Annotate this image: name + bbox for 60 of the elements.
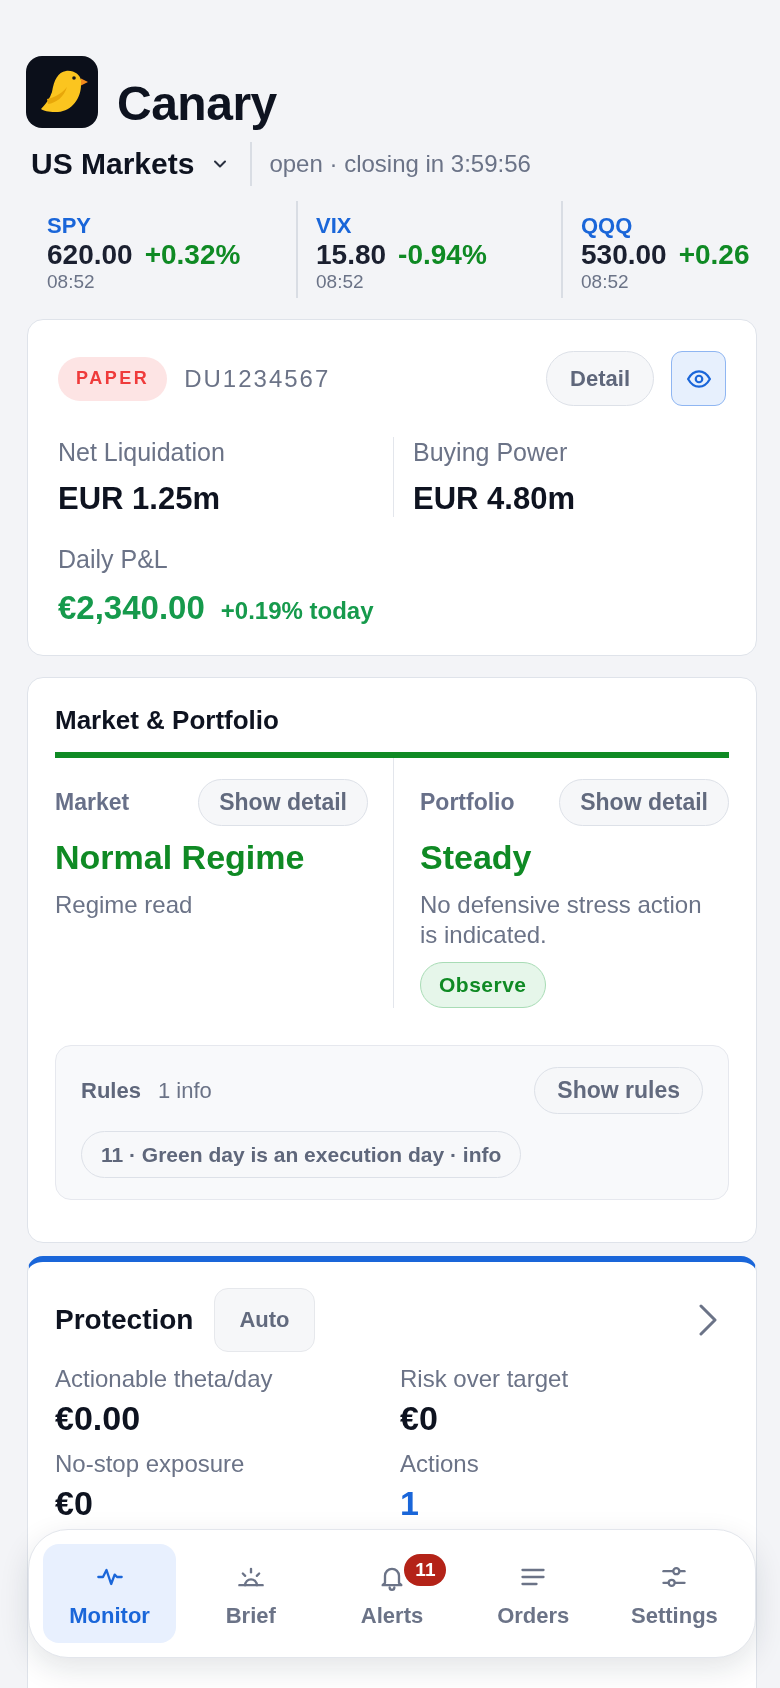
metric-label: No-stop exposure bbox=[55, 1449, 245, 1479]
ticker-time: 08:52 bbox=[581, 271, 629, 293]
metric-label: Actionable theta/day bbox=[55, 1364, 273, 1394]
status-text: Steady bbox=[420, 837, 532, 877]
ticker-change: +0.32% bbox=[144, 239, 241, 271]
visibility-toggle[interactable] bbox=[671, 351, 726, 406]
detail-button[interactable]: Detail bbox=[546, 351, 654, 406]
ticker-change: +0.26 bbox=[678, 239, 750, 271]
metric-value: €0 bbox=[55, 1484, 93, 1522]
rules-count: 1 info bbox=[157, 1077, 212, 1104]
chevron-right-icon[interactable] bbox=[698, 1304, 718, 1336]
nav-tab[interactable]: Brief bbox=[184, 1544, 318, 1643]
chevron-down-icon bbox=[214, 160, 227, 168]
panel-label: Portfolio bbox=[420, 789, 515, 816]
ticker-price: 620.00 bbox=[47, 239, 133, 271]
metric-label: Actions bbox=[400, 1449, 479, 1479]
market-selector[interactable]: US Markets bbox=[31, 146, 227, 182]
panel-label: Market bbox=[55, 789, 130, 816]
ticker-price: 530.00 bbox=[581, 239, 667, 271]
observe-badge: Observe bbox=[420, 962, 546, 1008]
pnl-change: +0.19% today bbox=[220, 596, 374, 626]
pnl-value: €2,340.00 bbox=[58, 588, 205, 628]
ticker-price: 15.80 bbox=[316, 239, 387, 271]
status-description: Regime read bbox=[55, 890, 193, 920]
metric-value: €0.00 bbox=[55, 1399, 141, 1437]
metric-value: 1 bbox=[400, 1484, 419, 1522]
nav-tab[interactable]: Orders bbox=[466, 1544, 600, 1643]
rules-title: Rules bbox=[81, 1077, 141, 1104]
show-detail-button[interactable]: Show detail bbox=[559, 779, 729, 826]
alert-count-badge: 11 bbox=[404, 1554, 447, 1586]
ticker-change: -0.94% bbox=[398, 239, 487, 271]
card-title: Market & Portfolio bbox=[55, 704, 279, 736]
nav-tab[interactable]: Alerts 11 bbox=[325, 1544, 459, 1643]
paper-mode-badge: PAPER bbox=[58, 356, 168, 401]
app-title: Canary bbox=[117, 76, 277, 132]
ticker-symbol: VIX bbox=[316, 213, 352, 239]
status-description: No defensive stress action is indicated. bbox=[420, 890, 703, 950]
metric-label: Buying Power bbox=[413, 437, 568, 467]
nav-tab[interactable]: Settings bbox=[607, 1544, 741, 1643]
ticker-time: 08:52 bbox=[316, 271, 364, 293]
card-title: Protection bbox=[55, 1303, 194, 1337]
bird-logo-icon bbox=[26, 56, 98, 128]
metric-value: EUR 4.80m bbox=[413, 481, 575, 517]
status-text: Normal Regime bbox=[55, 837, 305, 877]
metric-label: Risk over target bbox=[400, 1364, 569, 1394]
pnl-label: Daily P&L bbox=[58, 544, 168, 574]
metric-value: EUR 1.25m bbox=[58, 481, 220, 517]
metric-value: €0 bbox=[400, 1399, 438, 1437]
nav-tab[interactable]: Monitor bbox=[43, 1544, 177, 1643]
account-id: DU1234567 bbox=[184, 364, 331, 393]
show-rules-button[interactable]: Show rules bbox=[534, 1067, 703, 1114]
show-detail-button[interactable]: Show detail bbox=[198, 779, 368, 826]
ticker-time: 08:52 bbox=[47, 271, 95, 293]
rule-chip: 11 · Green day is an execution day · info bbox=[81, 1131, 522, 1178]
ticker-symbol: QQQ bbox=[581, 213, 633, 239]
market-status: open · closing in 3:59:56 bbox=[269, 149, 531, 179]
mode-chip: Auto bbox=[214, 1288, 315, 1352]
ticker-symbol: SPY bbox=[47, 213, 92, 239]
metric-label: Net Liquidation bbox=[58, 437, 225, 467]
eye-icon bbox=[686, 369, 711, 388]
